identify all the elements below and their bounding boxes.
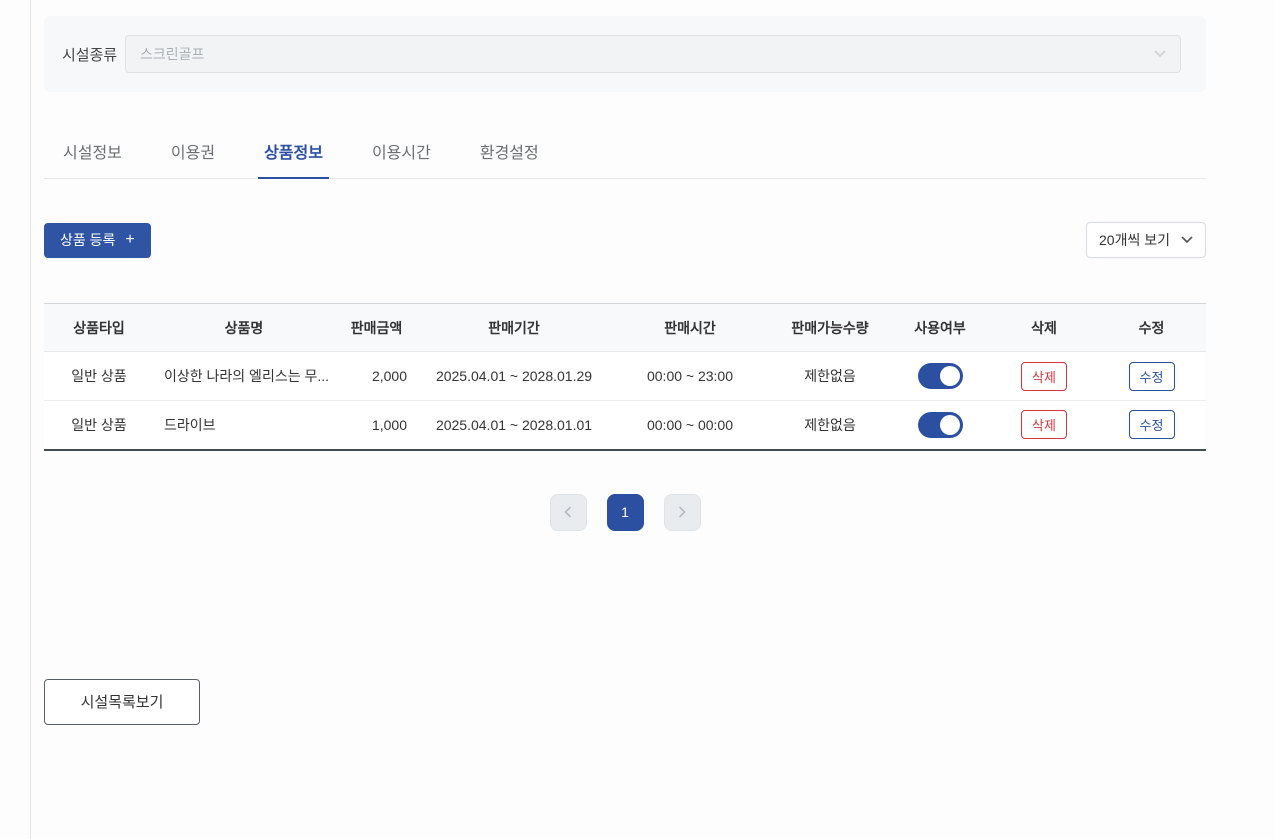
facility-type-select[interactable]: 스크린골프	[125, 35, 1181, 73]
register-product-button[interactable]: 상품 등록 +	[44, 222, 151, 258]
delete-button[interactable]: 삭제	[1021, 410, 1067, 440]
tab-usage-time[interactable]: 이용시간	[366, 127, 437, 178]
tab-product-info[interactable]: 상품정보	[258, 127, 329, 179]
cell-sale-time: 00:00 ~ 23:00	[609, 351, 771, 401]
header-quantity: 판매가능수량	[771, 303, 889, 352]
tab-settings[interactable]: 환경설정	[474, 127, 545, 178]
page-size-value: 20개씩 보기	[1099, 232, 1170, 248]
cell-sale-time: 00:00 ~ 00:00	[609, 400, 771, 450]
header-delete: 삭제	[991, 303, 1097, 352]
header-edit: 수정	[1097, 303, 1206, 352]
edit-button[interactable]: 수정	[1128, 410, 1175, 440]
cell-sale-period: 2025.04.01 ~ 2028.01.01	[419, 400, 609, 450]
table-row: 일반 상품 이상한 나라의 엘리스는 무... 2,000 2025.04.01…	[44, 351, 1206, 401]
facility-list-button[interactable]: 시설목록보기	[44, 678, 200, 725]
pagination: 1	[44, 493, 1206, 531]
cell-product-name: 이상한 나라의 엘리스는 무...	[154, 351, 334, 401]
header-price: 판매금액	[334, 303, 419, 352]
enabled-toggle[interactable]	[917, 363, 963, 389]
cell-quantity: 제한없음	[771, 400, 889, 450]
header-enabled: 사용여부	[889, 303, 991, 352]
header-sale-time: 판매시간	[609, 303, 771, 352]
chevron-left-icon	[564, 506, 572, 518]
cell-product-type: 일반 상품	[44, 400, 154, 450]
register-product-label: 상품 등록	[60, 232, 116, 248]
tab-facility-info[interactable]: 시설정보	[57, 127, 128, 178]
facility-type-value: 스크린골프	[140, 46, 205, 62]
cell-price: 1,000	[334, 400, 419, 450]
toggle-knob	[939, 366, 960, 386]
chevron-right-icon	[678, 506, 686, 518]
toggle-knob	[939, 414, 960, 435]
header-product-type: 상품타입	[44, 303, 154, 352]
edit-button[interactable]: 수정	[1128, 361, 1175, 391]
left-divider	[30, 0, 31, 839]
pagination-page-1[interactable]: 1	[606, 493, 644, 531]
products-table: 상품타입 상품명 판매금액 판매기간 판매시간 판매가능수량 사용여부 삭제 수…	[44, 303, 1206, 451]
cell-sale-period: 2025.04.01 ~ 2028.01.29	[419, 351, 609, 401]
enabled-toggle[interactable]	[917, 411, 963, 438]
pagination-next-button[interactable]	[663, 493, 701, 531]
cell-product-name: 드라이브	[154, 400, 334, 450]
cell-product-type: 일반 상품	[44, 351, 154, 401]
toolbar: 상품 등록 + 20개씩 보기	[44, 222, 1206, 258]
plus-icon: +	[125, 231, 135, 248]
header-product-name: 상품명	[154, 303, 334, 352]
table-header-row: 상품타입 상품명 판매금액 판매기간 판매시간 판매가능수량 사용여부 삭제 수…	[44, 303, 1206, 352]
chevron-down-icon	[1154, 50, 1166, 58]
cell-price: 2,000	[334, 351, 419, 401]
main-content: 시설종류 스크린골프 시설정보 이용권 상품정보 이용시간 환경설정 상품 등록…	[44, 0, 1206, 725]
chevron-down-icon	[1181, 236, 1193, 244]
delete-button[interactable]: 삭제	[1021, 361, 1067, 391]
tab-bar: 시설정보 이용권 상품정보 이용시간 환경설정	[44, 127, 1206, 179]
pagination-prev-button[interactable]	[549, 493, 587, 531]
facility-type-label: 시설종류	[62, 46, 118, 64]
facility-type-panel: 시설종류 스크린골프	[44, 16, 1206, 92]
header-sale-period: 판매기간	[419, 303, 609, 352]
cell-quantity: 제한없음	[771, 351, 889, 401]
page-size-select[interactable]: 20개씩 보기	[1086, 222, 1206, 258]
table-row: 일반 상품 드라이브 1,000 2025.04.01 ~ 2028.01.01…	[44, 400, 1206, 450]
tab-pass[interactable]: 이용권	[165, 127, 221, 178]
